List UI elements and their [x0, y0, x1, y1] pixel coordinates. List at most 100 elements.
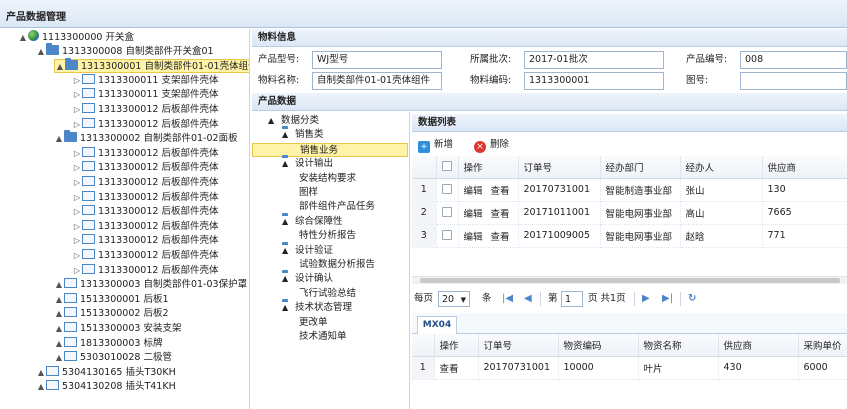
- row-checkbox[interactable]: [436, 178, 459, 202]
- tree-node[interactable]: ▲ 1113300000 开关盒: [18, 30, 134, 44]
- tree-node[interactable]: ▷ 1313300012 后板部件壳体: [72, 190, 218, 205]
- tree-node[interactable]: ▷ 1313300011 支架部件壳体: [72, 73, 218, 88]
- collapse-arrow-icon[interactable]: ▲: [268, 114, 278, 128]
- material-code-field[interactable]: 1313300001: [524, 72, 664, 90]
- last-page-icon[interactable]: ▶|: [662, 291, 673, 307]
- expand-arrow-icon[interactable]: ▷: [72, 176, 82, 190]
- horizontal-scrollbar[interactable]: [412, 276, 847, 284]
- expand-arrow-icon[interactable]: ▷: [72, 264, 82, 278]
- column-header[interactable]: 采购单价: [798, 334, 847, 357]
- collapse-arrow-icon[interactable]: ▲: [54, 322, 64, 336]
- tab-mx04[interactable]: MX04: [417, 316, 457, 335]
- expand-arrow-icon[interactable]: ▷: [72, 103, 82, 117]
- tree-node[interactable]: ▷ 1313300012 后板部件壳体: [72, 161, 218, 175]
- tree-node[interactable]: ▲ 5304130208 插头T41KH: [36, 380, 176, 394]
- column-header[interactable]: 供应商: [718, 334, 799, 357]
- expand-arrow-icon[interactable]: ▷: [72, 118, 82, 132]
- column-header[interactable]: 物资编码: [558, 334, 639, 357]
- tree-node[interactable]: ▲ 1813300003 标牌: [54, 336, 162, 351]
- expand-arrow-icon[interactable]: ▷: [72, 161, 82, 175]
- collapse-arrow-icon[interactable]: ▲: [282, 272, 292, 286]
- view-link[interactable]: 查看: [491, 232, 510, 243]
- column-header[interactable]: 经办人: [680, 156, 763, 179]
- first-page-icon[interactable]: |◀: [502, 291, 513, 307]
- tree-node[interactable]: ▲ 1313300008 自制类部件开关盒01: [36, 42, 214, 59]
- tree-node[interactable]: ▷ 1313300012 后板部件壳体: [72, 234, 218, 248]
- view-link[interactable]: 查看: [491, 209, 510, 220]
- tree-node[interactable]: ▲ 1313300003 自制类部件01-03保护罩: [54, 278, 247, 292]
- tree-node[interactable]: ▷ 1313300012 后板部件壳体: [72, 205, 218, 219]
- collapse-arrow-icon[interactable]: ▲: [36, 366, 46, 380]
- collapse-arrow-icon[interactable]: ▲: [54, 337, 64, 351]
- collapse-arrow-icon[interactable]: ▲: [54, 278, 64, 292]
- table-row[interactable]: 2 编辑 查看 20171011001 智能电网事业部 高山 7665: [412, 201, 847, 225]
- expand-arrow-icon[interactable]: ▷: [72, 191, 82, 205]
- collapse-arrow-icon[interactable]: ▲: [282, 244, 292, 258]
- collapse-arrow-icon[interactable]: ▲: [54, 351, 64, 365]
- tree-node[interactable]: ▷ 1313300012 后板部件壳体: [72, 176, 218, 190]
- tree-node[interactable]: ▷ 1313300011 支架部件壳体: [72, 88, 218, 102]
- edit-link[interactable]: 编辑: [464, 209, 483, 220]
- category-node[interactable]: 飞行试验总结: [296, 287, 356, 301]
- edit-link[interactable]: 编辑: [464, 232, 483, 243]
- drawing-no-field[interactable]: [740, 72, 847, 90]
- product-model-field[interactable]: WJ型号: [312, 51, 442, 69]
- expand-arrow-icon[interactable]: ▷: [72, 205, 82, 219]
- batch-field[interactable]: 2017-01批次: [524, 51, 664, 69]
- tree-node[interactable]: ▲ 1513300003 安装支架: [54, 322, 181, 336]
- prev-page-icon[interactable]: ◀: [524, 291, 532, 307]
- column-header[interactable]: 物资名称: [638, 334, 719, 357]
- column-header[interactable]: 供应商: [762, 156, 847, 179]
- tree-node[interactable]: ▷ 1313300012 后板部件壳体: [72, 249, 218, 263]
- tree-node[interactable]: ▲ 5304130165 插头T30KH: [36, 365, 176, 380]
- tree-node[interactable]: ▷ 1313300012 后板部件壳体: [72, 219, 218, 234]
- table-row[interactable]: 1 查看 20170731001 10000 叶片 430 6000: [412, 356, 847, 380]
- row-checkbox[interactable]: [436, 224, 459, 248]
- refresh-icon[interactable]: ↻: [688, 291, 696, 307]
- column-header[interactable]: 经办部门: [600, 156, 681, 179]
- tree-node[interactable]: ▷ 1313300012 后板部件壳体: [72, 263, 218, 278]
- category-node[interactable]: ▲ 数据分类: [268, 114, 319, 128]
- expand-arrow-icon[interactable]: ▷: [72, 234, 82, 248]
- collapse-arrow-icon[interactable]: ▲: [54, 307, 64, 321]
- tree-node[interactable]: ▲ 1313300001 自制类部件01-01壳体组件: [54, 58, 249, 74]
- category-node[interactable]: 安装结构要求: [296, 172, 356, 186]
- delete-button[interactable]: × 删除: [474, 137, 509, 153]
- column-header[interactable]: 订单号: [478, 334, 559, 357]
- collapse-arrow-icon[interactable]: ▲: [54, 132, 64, 146]
- collapse-arrow-icon[interactable]: ▲: [282, 128, 292, 142]
- category-node[interactable]: ▲ 设计验证: [282, 244, 333, 258]
- collapse-arrow-icon[interactable]: ▲: [55, 60, 65, 74]
- category-node[interactable]: 部件组件产品任务: [296, 200, 375, 214]
- category-node[interactable]: 图样: [296, 186, 318, 200]
- category-node[interactable]: 技术通知单: [296, 330, 347, 344]
- view-link[interactable]: 查看: [434, 356, 479, 380]
- table-row[interactable]: 1 编辑 查看 20170731001 智能制造事业部 张山 130: [412, 178, 847, 202]
- category-node[interactable]: ▲ 技术状态管理: [282, 301, 352, 315]
- category-node[interactable]: 更改单: [296, 316, 328, 330]
- tree-node[interactable]: ▲ 5303010028 二极管: [54, 351, 172, 365]
- category-node[interactable]: ▲ 综合保障性: [282, 215, 343, 229]
- category-node[interactable]: 销售业务: [252, 142, 408, 157]
- collapse-arrow-icon[interactable]: ▲: [36, 380, 46, 394]
- add-button[interactable]: + 新增: [418, 137, 453, 153]
- tree-node[interactable]: ▷ 1313300012 后板部件壳体: [72, 146, 218, 161]
- expand-arrow-icon[interactable]: ▷: [72, 74, 82, 88]
- collapse-arrow-icon[interactable]: ▲: [282, 215, 292, 229]
- material-name-field[interactable]: 自制类部件01-01壳体组件: [312, 72, 442, 90]
- category-node[interactable]: ▲ 设计输出: [282, 157, 333, 171]
- expand-arrow-icon[interactable]: ▷: [72, 249, 82, 263]
- category-node[interactable]: ▲ 设计确认: [282, 272, 333, 286]
- tree-node[interactable]: ▲ 1513300002 后板2: [54, 307, 169, 321]
- tree-node[interactable]: ▲ 1513300001 后板1: [54, 292, 169, 307]
- product-no-field[interactable]: 008: [740, 51, 847, 69]
- collapse-arrow-icon[interactable]: ▲: [36, 45, 46, 59]
- per-page-select[interactable]: 20 ▼: [438, 291, 470, 307]
- category-node[interactable]: ▲ 销售类: [282, 128, 324, 142]
- category-node[interactable]: 试验数据分析报告: [296, 258, 375, 272]
- collapse-arrow-icon[interactable]: ▲: [282, 301, 292, 315]
- expand-arrow-icon[interactable]: ▷: [72, 147, 82, 161]
- edit-link[interactable]: 编辑: [464, 186, 483, 197]
- row-checkbox[interactable]: [436, 201, 459, 225]
- expand-arrow-icon[interactable]: ▷: [72, 220, 82, 234]
